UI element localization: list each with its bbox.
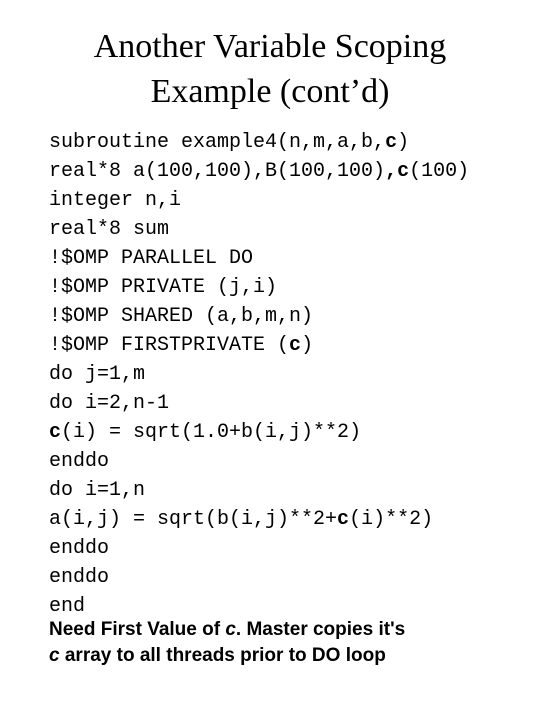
caption-text: Need First Value of [49,619,226,640]
caption-text: . Master copies it's [235,619,406,640]
code-text: do i=1,n [49,479,146,502]
code-emphasis-variable: c [385,131,398,154]
code-text: (i) = sqrt(1.0+b(i,j)**2) [61,421,362,444]
code-text: real*8 a(100,100),B(100,100) [49,160,386,183]
code-text: enddo [49,537,110,560]
code-emphasis-variable: ,c [385,160,410,183]
code-line: do j=1,m [49,360,519,389]
code-text: do j=1,m [49,363,146,386]
page-title: Another Variable Scoping Example (cont’d) [20,24,520,114]
code-text: end [49,595,86,618]
slide-canvas: Another Variable Scoping Example (cont’d)… [0,0,540,720]
code-line: a(i,j) = sqrt(b(i,j)**2+c(i)**2) [49,505,519,534]
caption-line: c array to all threads prior to DO loop [49,643,509,669]
code-line: do i=1,n [49,476,519,505]
code-line: !$OMP FIRSTPRIVATE (c) [49,331,519,360]
code-line: !$OMP PRIVATE (j,i) [49,273,519,302]
code-text: (100) [409,160,470,183]
code-text: !$OMP FIRSTPRIVATE ( [49,334,290,357]
page-title-line: Another Variable Scoping [93,28,447,65]
code-emphasis-variable: c [289,334,302,357]
code-line: enddo [49,447,519,476]
caption-line: Need First Value of c. Master copies it'… [49,617,509,643]
caption-variable: c [49,645,60,666]
code-line: real*8 sum [49,215,519,244]
code-line: subroutine example4(n,m,a,b,c) [49,128,519,157]
code-line: real*8 a(100,100),B(100,100),c(100) [49,157,519,186]
code-text: !$OMP SHARED (a,b,m,n) [49,305,314,328]
code-text: (i)**2) [349,508,434,531]
code-line: do i=2,n-1 [49,389,519,418]
caption-variable: c [225,619,236,640]
code-text: enddo [49,566,110,589]
code-line: integer n,i [49,186,519,215]
code-line: enddo [49,563,519,592]
code-text: enddo [49,450,110,473]
code-block: subroutine example4(n,m,a,b,c) real*8 a(1… [49,128,519,621]
code-text: real*8 sum [49,218,170,241]
code-text: integer n,i [49,189,182,212]
code-line: !$OMP PARALLEL DO [49,244,519,273]
code-line: enddo [49,534,519,563]
slide-caption: Need First Value of c. Master copies it'… [49,617,509,669]
code-text: ) [397,131,410,154]
code-line: c(i) = sqrt(1.0+b(i,j)**2) [49,418,519,447]
code-text: !$OMP PARALLEL DO [49,247,254,270]
code-text: !$OMP PRIVATE (j,i) [49,276,278,299]
code-line: !$OMP SHARED (a,b,m,n) [49,302,519,331]
code-emphasis-variable: c [337,508,350,531]
caption-text: array to all threads prior to DO loop [59,645,386,666]
code-text: subroutine example4(n,m,a,b, [49,131,386,154]
page-title-line: Example (cont’d) [150,73,390,110]
code-emphasis-variable: c [49,421,62,444]
code-text: do i=2,n-1 [49,392,170,415]
code-text: ) [301,334,314,357]
code-text: a(i,j) = sqrt(b(i,j)**2+ [49,508,338,531]
